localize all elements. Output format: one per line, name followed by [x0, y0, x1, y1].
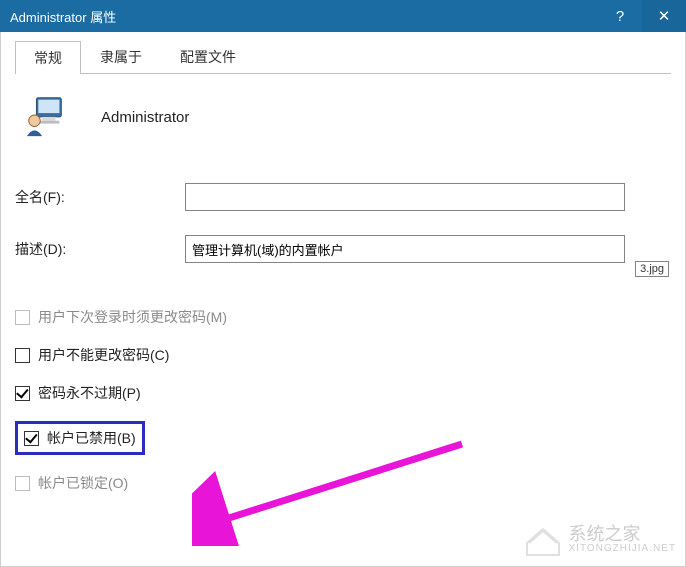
checkbox-icon	[15, 348, 30, 363]
dialog-content: 常规 隶属于 配置文件 Administrator 全名(F): 描述(D): …	[0, 32, 686, 567]
check-cannot-change[interactable]: 用户不能更改密码(C)	[15, 345, 671, 365]
image-tooltip-badge: 3.jpg	[635, 261, 669, 277]
check-label: 用户不能更改密码(C)	[38, 345, 169, 365]
checkbox-icon	[24, 431, 39, 446]
tab-strip: 常规 隶属于 配置文件	[15, 40, 671, 74]
help-button[interactable]: ?	[598, 0, 642, 32]
check-label: 帐户已禁用(B)	[47, 428, 136, 448]
checkbox-group: 用户下次登录时须更改密码(M) 用户不能更改密码(C) 密码永不过期(P) 帐户…	[15, 307, 671, 493]
watermark-subtext: XITONGZHIJIA.NET	[569, 544, 677, 555]
highlight-box: 帐户已禁用(B)	[15, 421, 145, 455]
check-must-change[interactable]: 用户下次登录时须更改密码(M)	[15, 307, 671, 327]
fullname-row: 全名(F):	[15, 183, 671, 211]
titlebar: Administrator 属性 ? ✕	[0, 0, 686, 32]
user-header: Administrator	[23, 92, 671, 143]
checkbox-icon	[15, 386, 30, 401]
check-account-locked[interactable]: 帐户已锁定(O)	[15, 473, 671, 493]
fullname-label: 全名(F):	[15, 187, 185, 207]
user-icon	[23, 92, 69, 143]
checkbox-icon	[15, 476, 30, 491]
check-never-expires[interactable]: 密码永不过期(P)	[15, 383, 671, 403]
description-label: 描述(D):	[15, 239, 185, 259]
check-label: 用户下次登录时须更改密码(M)	[38, 307, 227, 327]
fullname-input[interactable]	[185, 183, 625, 211]
watermark-text: 系统之家	[569, 525, 677, 544]
watermark: 系统之家 XITONGZHIJIA.NET	[523, 523, 677, 557]
user-name-label: Administrator	[101, 109, 189, 126]
close-button[interactable]: ✕	[642, 0, 686, 32]
tab-profile[interactable]: 配置文件	[161, 40, 255, 73]
check-label: 密码永不过期(P)	[38, 383, 141, 403]
check-label: 帐户已锁定(O)	[38, 473, 128, 493]
check-account-disabled[interactable]: 帐户已禁用(B)	[15, 421, 671, 455]
description-input[interactable]	[185, 235, 625, 263]
checkbox-icon	[15, 310, 30, 325]
house-icon	[523, 523, 563, 557]
tab-general[interactable]: 常规	[15, 41, 81, 74]
tab-memberof[interactable]: 隶属于	[81, 40, 161, 73]
description-row: 描述(D): 3.jpg	[15, 235, 671, 263]
window-title: Administrator 属性	[10, 7, 598, 26]
